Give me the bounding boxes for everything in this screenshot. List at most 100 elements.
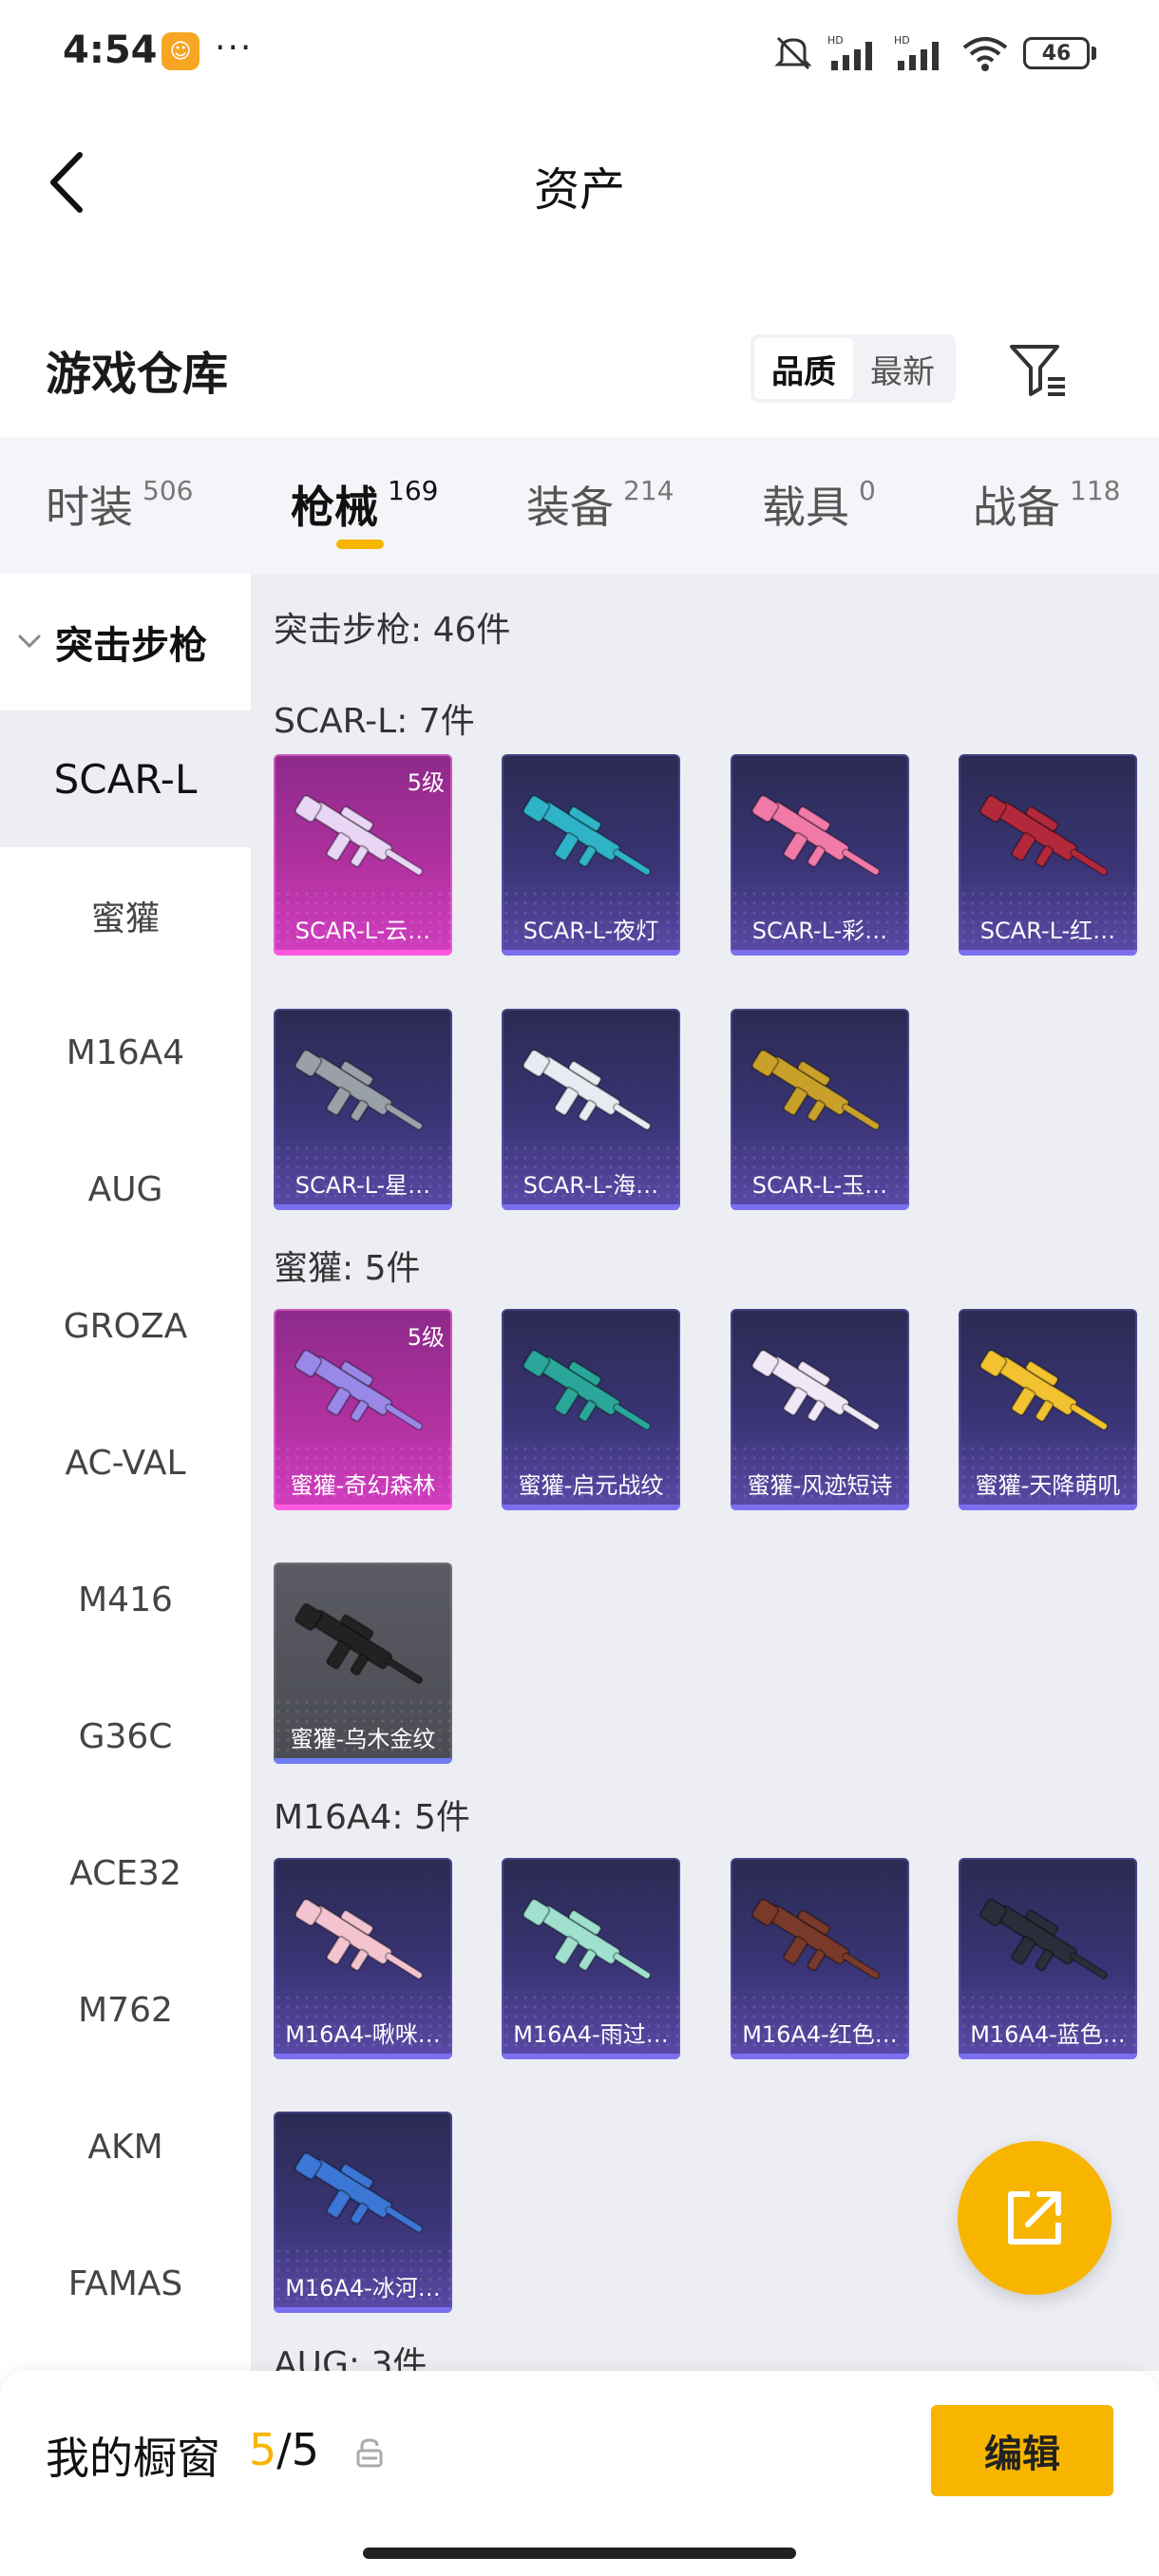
sidebar-item-m416[interactable]: M416 [0,1531,251,1668]
page-title: 资产 [533,163,625,217]
tab-count: 506 [142,475,194,506]
section-title-scar-l: SCAR-L: 7件 [274,702,475,741]
battery-level: 46 [1023,37,1090,69]
weapon-skin-image [515,1330,667,1463]
weapon-sidebar: 突击步枪 SCAR-L 蜜獾 M16A4 AUG GROZA AC-VAL M4… [0,574,251,2371]
weapon-skin-image [744,775,896,908]
weapon-card[interactable]: SCAR-L-玉… [731,1009,909,1210]
rarity-bar [502,2054,680,2059]
sidebar-item-famas[interactable]: FAMAS [0,2215,251,2352]
sort-toggle: 品质 最新 [750,334,956,403]
tab-label: 时装 [46,482,133,533]
card-name: 蜜獾-天降萌叽 [975,1472,1121,1499]
rarity-bar [274,2054,452,2059]
showcase-total: 5 [291,2424,320,2475]
tab-firearms[interactable]: 枪械 169 [291,473,438,536]
tab-combat-gear[interactable]: 战备 118 [973,473,1120,536]
card-name: M16A4-蓝色… [970,2021,1126,2048]
weapon-skin-image [515,1030,667,1163]
section-title-m16a4: M16A4: 5件 [274,1798,470,1837]
sidebar-item-g36c[interactable]: G36C [0,1668,251,1805]
weapon-skin-image [972,1330,1124,1463]
sidebar-item-scar-l[interactable]: SCAR-L [0,710,251,847]
weapon-skin-image [972,1879,1124,2012]
weapon-card[interactable]: SCAR-L-红… [959,754,1137,956]
svg-text:HD: HD [894,34,910,47]
card-name: 蜜獾-奇幻森林 [290,1472,436,1499]
more-notifications-icon: ··· [215,28,254,67]
sidebar-item-m762[interactable]: M762 [0,1941,251,2078]
rarity-bar [731,950,909,956]
card-name: SCAR-L-云… [294,918,431,944]
tab-vehicles[interactable]: 载具 0 [762,473,876,536]
card-level-badge: 5级 [407,1324,445,1351]
chevron-down-icon [17,628,46,656]
tab-fashion[interactable]: 时装 506 [46,473,193,536]
weapon-skin-image [744,1330,896,1463]
weapon-card[interactable]: M16A4-冰河… [274,2112,452,2313]
weapon-skin-image [515,1879,667,2012]
rarity-bar [274,2307,452,2313]
card-name: 蜜獾-风迹短诗 [747,1472,893,1499]
weapon-card[interactable]: SCAR-L-夜灯 [502,754,680,956]
active-tab-indicator [336,540,384,549]
weapon-card[interactable]: SCAR-L-星… [274,1009,452,1210]
edit-button[interactable]: 编辑 [931,2405,1113,2496]
weapon-card[interactable]: 蜜獾-风迹短诗 [731,1309,909,1510]
title-bar: 资产 [0,106,1159,249]
sidebar-item-ace32[interactable]: ACE32 [0,1805,251,1941]
rarity-bar [731,1204,909,1210]
weapon-skin-image [744,1030,896,1163]
card-name: SCAR-L-红… [979,918,1116,944]
weapon-card[interactable]: 5级 SCAR-L-云… [274,754,452,956]
weapon-card[interactable]: 蜜獾-天降萌叽 [959,1309,1137,1510]
showcase-count: 5/5 [249,2424,319,2475]
signal-hd-icon: HD [827,32,881,74]
weapon-card[interactable]: SCAR-L-彩… [731,754,909,956]
weapon-skin-image [287,2132,439,2265]
share-button[interactable] [958,2141,1112,2295]
mute-icon [772,32,814,74]
weapon-card[interactable]: M16A4-啾咪… [274,1858,452,2059]
rarity-bar [274,1505,452,1510]
weapon-card[interactable]: 蜜獾-启元战纹 [502,1309,680,1510]
weapon-card[interactable]: 蜜獾-乌木金纹 [274,1563,452,1764]
sidebar-item-m16a4[interactable]: M16A4 [0,984,251,1121]
tab-label: 装备 [526,482,614,533]
showcase-separator: / [276,2424,292,2475]
filter-button[interactable] [1005,336,1072,403]
weapon-card[interactable]: 5级蜜獾-奇幻森林 [274,1309,452,1510]
weapon-skin-image [972,775,1124,908]
rarity-bar [274,950,452,956]
rarity-bar [274,1758,452,1764]
card-name: SCAR-L-彩… [751,918,888,944]
showcase-label: 我的橱窗 [46,2433,220,2484]
sidebar-item-honey-badger[interactable]: 蜜獾 [0,847,251,984]
rarity-bar [502,1204,680,1210]
sidebar-item-ac-val[interactable]: AC-VAL [0,1394,251,1531]
section-title-honey-badger: 蜜獾: 5件 [274,1249,421,1288]
warehouse-header: 游戏仓库 品质 最新 [0,294,1159,437]
weapon-card[interactable]: SCAR-L-海… [502,1009,680,1210]
card-name: 蜜獾-乌木金纹 [290,1726,436,1752]
card-name: M16A4-冰河… [285,2275,441,2301]
tab-equipment[interactable]: 装备 214 [526,473,674,536]
sidebar-group-label: 突击步枪 [55,624,207,668]
tab-count: 118 [1070,475,1121,506]
sidebar-item-groza[interactable]: GROZA [0,1258,251,1394]
weapon-card[interactable]: M16A4-蓝色… [959,1858,1137,2059]
status-icons: HD HD 46 [772,28,1096,78]
sidebar-group-assault-rifles[interactable]: 突击步枪 [0,574,251,710]
tab-count: 214 [623,475,674,506]
sort-option-quality[interactable]: 品质 [754,338,853,399]
sort-option-newest[interactable]: 最新 [853,338,952,399]
status-time: 4:54 [63,28,158,72]
weapon-card[interactable]: M16A4-红色… [731,1858,909,2059]
card-name: M16A4-雨过… [513,2021,669,2048]
weapon-skin-image [287,1030,439,1163]
sidebar-item-akm[interactable]: AKM [0,2078,251,2215]
card-name: M16A4-红色… [742,2021,898,2048]
sidebar-item-aug[interactable]: AUG [0,1121,251,1258]
tab-label: 战备 [973,482,1060,533]
weapon-card[interactable]: M16A4-雨过… [502,1858,680,2059]
